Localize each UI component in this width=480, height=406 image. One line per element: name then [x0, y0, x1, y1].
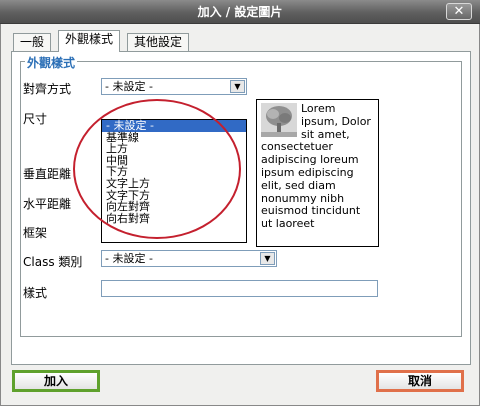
vspace-label: 垂直距離: [23, 167, 72, 181]
chevron-down-icon[interactable]: ▼: [230, 80, 245, 93]
style-label: 樣式: [23, 286, 48, 300]
align-option[interactable]: - 未設定 -: [102, 120, 246, 132]
hspace-label: 水平距離: [23, 197, 72, 211]
size-label: 尺寸: [23, 112, 48, 126]
cancel-button[interactable]: 取消: [376, 370, 464, 392]
align-select[interactable]: - 未設定 - ▼: [101, 78, 247, 95]
dialog-body: 一般 外觀樣式 其他設定 外觀樣式 對齊方式 尺寸 垂直距離 水平距離 框架 C…: [0, 24, 480, 406]
window-title: 加入 / 設定圖片: [197, 5, 283, 19]
class-label: Class 類別: [23, 255, 83, 269]
close-button[interactable]: ✕: [446, 3, 472, 20]
fieldset-legend: 外觀樣式: [25, 54, 78, 71]
tab-appearance[interactable]: 外觀樣式: [58, 30, 121, 52]
align-label: 對齊方式: [23, 82, 72, 96]
align-option[interactable]: 向左對齊: [102, 201, 246, 213]
chevron-down-icon[interactable]: ▼: [260, 252, 275, 265]
class-select[interactable]: - 未設定 - ▼: [101, 250, 277, 267]
preview-box: Lorem ipsum, Dolor sit amet, consectetue…: [256, 99, 379, 247]
tree-image-icon: [261, 103, 297, 137]
align-option[interactable]: 文字上方: [102, 178, 246, 190]
insert-button[interactable]: 加入: [12, 370, 100, 392]
tab-advanced[interactable]: 其他設定: [127, 33, 190, 51]
title-bar: 加入 / 設定圖片 ✕: [0, 0, 480, 24]
align-dropdown-list: - 未設定 - 基準線 上方 中間 下方 文字上方 文字下方 向左對齊 向右對齊: [101, 119, 247, 243]
class-select-value: - 未設定 -: [105, 252, 153, 265]
align-select-value: - 未設定 -: [105, 80, 153, 93]
tab-general[interactable]: 一般: [13, 33, 52, 51]
border-label: 框架: [23, 226, 48, 240]
style-input[interactable]: [101, 280, 378, 297]
align-option[interactable]: 向右對齊: [102, 213, 246, 225]
